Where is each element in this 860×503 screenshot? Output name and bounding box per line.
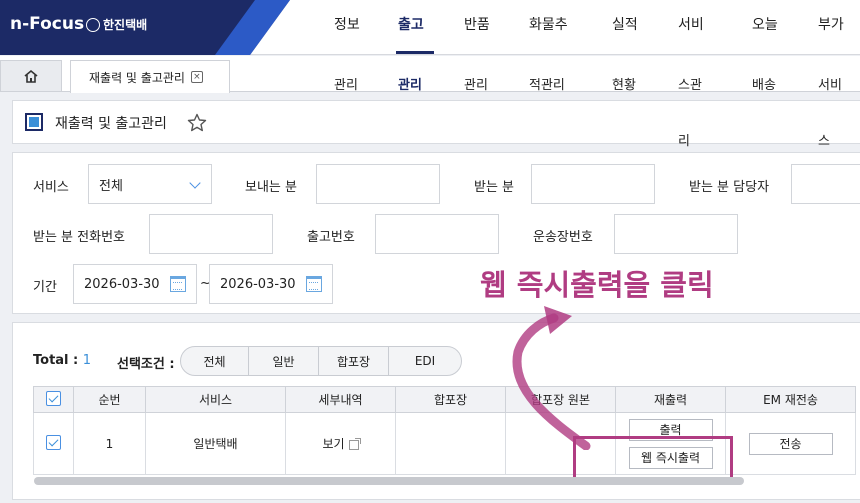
- submenu-service-line2[interactable]: 리: [678, 130, 690, 149]
- receiver-phone-input[interactable]: [149, 214, 273, 254]
- receiver-manager-input[interactable]: [791, 164, 860, 204]
- brand-logo[interactable]: n-Focus: [10, 14, 84, 34]
- submenu-tracking[interactable]: 적관리: [529, 74, 565, 93]
- condition-all[interactable]: 전체: [181, 347, 249, 375]
- col-em-resend[interactable]: EM 재전송: [725, 386, 856, 413]
- col-reprint[interactable]: 재출력: [615, 386, 726, 413]
- submenu-addon-line2[interactable]: 스: [818, 130, 830, 149]
- condition-label: 선택조건 :: [117, 357, 175, 372]
- menu-today[interactable]: 오늘: [752, 14, 778, 34]
- tab-label: 재출력 및 출고관리: [89, 70, 185, 85]
- waybill-no-label: 운송장번호: [533, 230, 593, 245]
- em-resend-button[interactable]: 전송: [748, 432, 833, 455]
- page-title: 재출력 및 출고관리: [55, 116, 167, 132]
- table-header-row: 순번 서비스 세부내역 합포장 합포장 원본 재출력 EM 재전송: [33, 386, 856, 413]
- submenu-addon[interactable]: 서비: [818, 74, 842, 93]
- row-checkbox[interactable]: [46, 434, 61, 450]
- date-from-input[interactable]: 2026-03-30: [73, 264, 197, 304]
- calendar-icon[interactable]: [170, 276, 186, 292]
- external-link-icon[interactable]: [348, 437, 361, 450]
- horizontal-scrollbar[interactable]: [34, 477, 744, 485]
- brand-sub-text: 한진택배: [103, 18, 148, 32]
- detail-view-link[interactable]: 보기: [322, 437, 344, 451]
- col-combined[interactable]: 합포장: [395, 386, 506, 413]
- sender-label: 보내는 분: [245, 180, 297, 195]
- tab-strip: 재출력 및 출고관리 ×: [0, 56, 860, 93]
- tab-reprint-release[interactable]: 재출력 및 출고관리 ×: [70, 60, 230, 93]
- tutorial-annotation: 웹 즉시출력을 클릭: [480, 268, 714, 302]
- date-to-input[interactable]: 2026-03-30: [209, 264, 333, 304]
- select-all-checkbox[interactable]: [46, 390, 61, 406]
- row-select-cell[interactable]: [33, 412, 74, 475]
- condition-normal[interactable]: 일반: [249, 347, 319, 375]
- total-count: Total : 1: [33, 353, 91, 368]
- period-label: 기간: [33, 280, 57, 295]
- submenu-performance[interactable]: 현황: [612, 74, 636, 93]
- waybill-no-input[interactable]: [614, 214, 738, 254]
- menu-addon[interactable]: 부가: [818, 14, 844, 34]
- favorite-star-icon[interactable]: [187, 113, 207, 132]
- release-no-label: 출고번호: [307, 230, 355, 245]
- menu-return[interactable]: 반품: [464, 14, 490, 34]
- condition-edi[interactable]: EDI: [389, 347, 461, 375]
- chevron-down-icon: [189, 177, 201, 189]
- search-filter-panel: 서비스 전체 보내는 분 받는 분 받는 분 담당자 받는 분 전화번호 출고번…: [12, 152, 860, 314]
- condition-segmented-control: 전체 일반 합포장 EDI: [180, 346, 462, 376]
- cell-detail: 보기: [285, 412, 396, 475]
- date-from-value: 2026-03-30: [84, 276, 160, 292]
- submenu-release[interactable]: 관리: [398, 74, 422, 93]
- service-label: 서비스: [33, 180, 69, 195]
- date-to-value: 2026-03-30: [220, 276, 296, 292]
- select-all-header[interactable]: [33, 386, 74, 413]
- total-label: Total :: [33, 353, 79, 368]
- cell-em-resend: 전송: [725, 412, 856, 475]
- menu-info[interactable]: 정보: [334, 14, 360, 34]
- col-seq[interactable]: 순번: [73, 386, 146, 413]
- total-count-value: 1: [82, 353, 92, 368]
- receiver-input[interactable]: [531, 164, 655, 204]
- annotation-arrow: [512, 306, 591, 450]
- menu-performance[interactable]: 실적: [612, 14, 638, 34]
- title-square-icon: [25, 113, 43, 131]
- submenu-return[interactable]: 관리: [464, 74, 488, 93]
- submenu-service[interactable]: 스관: [678, 74, 702, 93]
- calendar-icon[interactable]: [306, 276, 322, 292]
- service-select[interactable]: 전체: [88, 164, 212, 204]
- brand-sub-logo: 한진택배: [86, 16, 147, 33]
- menu-release[interactable]: 출고: [398, 14, 424, 34]
- menu-tracking[interactable]: 화물추: [529, 14, 568, 34]
- receiver-label: 받는 분: [474, 180, 515, 195]
- cell-service: 일반택배: [145, 412, 286, 475]
- web-print-highlight-box: [573, 436, 733, 481]
- service-select-value: 전체: [99, 178, 123, 194]
- hanjin-mark-icon: [86, 17, 100, 32]
- submenu-today[interactable]: 배송: [752, 74, 776, 93]
- top-navigation-bar: n-Focus 한진택배 정보 출고 반품 화물추 실적 서비 오늘 부가: [0, 0, 860, 55]
- condition-combined[interactable]: 합포장: [319, 347, 389, 375]
- home-tab[interactable]: [0, 60, 62, 92]
- menu-service[interactable]: 서비: [678, 14, 704, 34]
- menu-active-indicator: [396, 51, 434, 54]
- page-title-panel: 재출력 및 출고관리: [12, 100, 860, 144]
- receiver-manager-label: 받는 분 담당자: [689, 180, 770, 195]
- receiver-phone-label: 받는 분 전화번호: [33, 230, 125, 245]
- cell-combined: [395, 412, 506, 475]
- home-icon: [24, 69, 38, 83]
- submenu-info[interactable]: 관리: [334, 74, 358, 93]
- tab-close-icon[interactable]: ×: [190, 71, 203, 83]
- col-detail[interactable]: 세부내역: [285, 386, 396, 413]
- sender-input[interactable]: [316, 164, 440, 204]
- col-service[interactable]: 서비스: [145, 386, 286, 413]
- app-root: n-Focus 한진택배 정보 출고 반품 화물추 실적 서비 오늘 부가 재출…: [0, 0, 860, 503]
- release-no-input[interactable]: [375, 214, 499, 254]
- cell-seq: 1: [73, 412, 146, 475]
